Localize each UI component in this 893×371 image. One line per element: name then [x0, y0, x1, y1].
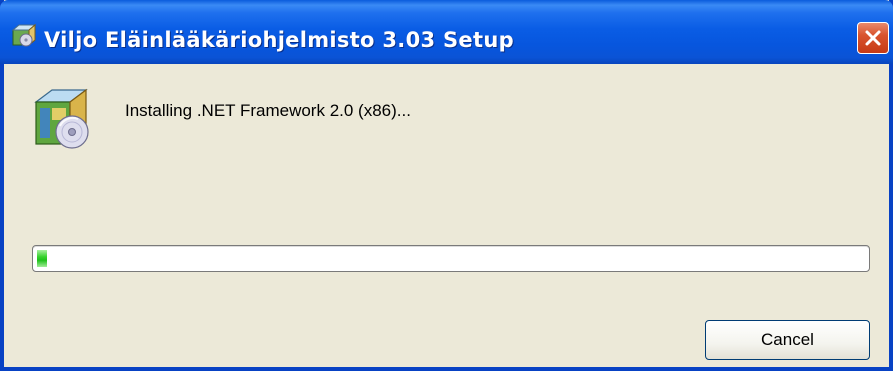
close-button[interactable] — [857, 22, 889, 54]
progress-fill — [37, 250, 47, 267]
progress-segment — [37, 250, 47, 267]
cancel-button[interactable]: Cancel — [705, 320, 870, 360]
status-text: Installing .NET Framework 2.0 (x86)... — [125, 101, 411, 120]
close-icon — [865, 30, 881, 46]
title-bar[interactable]: Viljo Eläinlääkäriohjelmisto 3.03 Setup — [0, 0, 893, 64]
window-title: Viljo Eläinlääkäriohjelmisto 3.03 Setup — [44, 28, 514, 52]
install-progress-bar — [32, 245, 870, 272]
installer-box-cd-icon — [28, 84, 98, 154]
installer-box-icon — [10, 22, 37, 48]
setup-window: Viljo Eläinlääkäriohjelmisto 3.03 Setup … — [0, 0, 893, 371]
